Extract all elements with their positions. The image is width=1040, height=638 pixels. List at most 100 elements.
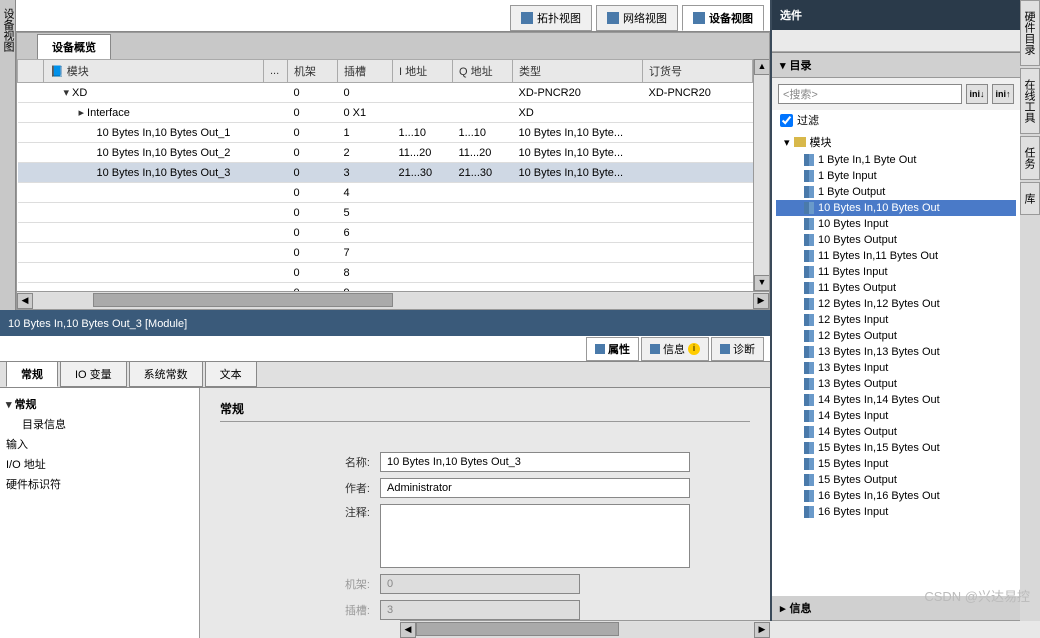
table-row[interactable]: 10 Bytes In,10 Bytes Out_20211...2011...…: [18, 143, 753, 163]
tab-network-view[interactable]: 网络视图: [596, 5, 678, 31]
col-rack[interactable]: 机架: [288, 60, 338, 83]
catalog-tree: ▾模块 1 Byte In,1 Byte Out1 Byte Input1 By…: [772, 130, 1020, 596]
col-module[interactable]: 📘 模块: [44, 60, 264, 83]
sidetab-hardware-catalog[interactable]: 硬件目录: [1020, 0, 1040, 66]
catalog-item[interactable]: 15 Bytes Output: [776, 472, 1016, 488]
table-row[interactable]: 10 Bytes In,10 Bytes Out_1011...101...10…: [18, 123, 753, 143]
col-qaddr[interactable]: Q 地址: [453, 60, 513, 83]
section-info[interactable]: ▸信息: [772, 596, 1020, 621]
tab-system-constants[interactable]: 系统常数: [129, 361, 203, 387]
filter-checkbox[interactable]: [780, 114, 793, 127]
col-type[interactable]: 类型: [513, 60, 643, 83]
catalog-item[interactable]: 11 Bytes Output: [776, 280, 1016, 296]
table-row[interactable]: ▾XD00XD-PNCR20XD-PNCR20: [18, 83, 753, 103]
search-input[interactable]: [778, 84, 962, 104]
tree-catalog-info[interactable]: 目录信息: [6, 414, 193, 434]
left-sidebar-label: 设备视图: [0, 0, 16, 60]
catalog-root[interactable]: ▾模块: [776, 132, 1016, 152]
tree-hardware-id[interactable]: 硬件标识符: [6, 474, 193, 494]
catalog-item[interactable]: 12 Bytes In,12 Bytes Out: [776, 296, 1016, 312]
table-row[interactable]: 08: [18, 263, 753, 283]
table-row[interactable]: 06: [18, 223, 753, 243]
search-down-button[interactable]: ini↓: [966, 84, 988, 104]
col-iaddr[interactable]: I 地址: [393, 60, 453, 83]
catalog-item[interactable]: 10 Bytes In,10 Bytes Out: [776, 200, 1016, 216]
catalog-item[interactable]: 12 Bytes Output: [776, 328, 1016, 344]
col-order[interactable]: 订货号: [643, 60, 753, 83]
catalog-item[interactable]: 13 Bytes Output: [776, 376, 1016, 392]
catalog-item[interactable]: 14 Bytes Input: [776, 408, 1016, 424]
catalog-item[interactable]: 14 Bytes Output: [776, 424, 1016, 440]
table-row[interactable]: 10 Bytes In,10 Bytes Out_30321...3021...…: [18, 163, 753, 183]
module-icon: [804, 378, 814, 390]
input-name[interactable]: [380, 452, 690, 472]
catalog-item[interactable]: 15 Bytes Input: [776, 456, 1016, 472]
input-rack: [380, 574, 580, 594]
scroll-left-icon[interactable]: ◀: [17, 293, 33, 309]
table-row[interactable]: ▸Interface00 X1XD: [18, 103, 753, 123]
tree-io-address[interactable]: I/O 地址: [6, 454, 193, 474]
info-icon: [650, 344, 660, 354]
catalog-item[interactable]: 15 Bytes In,15 Bytes Out: [776, 440, 1016, 456]
catalog-item[interactable]: 10 Bytes Input: [776, 216, 1016, 232]
tab-text[interactable]: 文本: [205, 361, 257, 387]
sidetab-library[interactable]: 库: [1020, 182, 1040, 215]
catalog-item[interactable]: 13 Bytes Input: [776, 360, 1016, 376]
module-icon: [804, 442, 814, 454]
table-row[interactable]: 04: [18, 183, 753, 203]
catalog-item[interactable]: 16 Bytes In,16 Bytes Out: [776, 488, 1016, 504]
catalog-item[interactable]: 13 Bytes In,13 Bytes Out: [776, 344, 1016, 360]
label-slot: 插槽:: [220, 602, 380, 618]
diagnostics-icon: [720, 344, 730, 354]
catalog-item[interactable]: 10 Bytes Output: [776, 232, 1016, 248]
tab-device-overview[interactable]: 设备概览: [37, 34, 111, 59]
col-dots[interactable]: ...: [264, 60, 288, 83]
tab-topology-view[interactable]: 拓扑视图: [510, 5, 592, 31]
input-author[interactable]: [380, 478, 690, 498]
tab-device-view[interactable]: 设备视图: [682, 5, 764, 31]
search-up-button[interactable]: ini↑: [992, 84, 1014, 104]
section-catalog[interactable]: ▾目录: [772, 53, 1020, 78]
module-icon: [804, 490, 814, 502]
scroll-right-icon[interactable]: ▶: [753, 293, 769, 309]
tool-info[interactable]: 信息 i: [641, 337, 709, 361]
tree-input[interactable]: 输入: [6, 434, 193, 454]
input-comment[interactable]: [380, 504, 690, 568]
tree-general[interactable]: ▾常规: [6, 394, 193, 414]
table-row[interactable]: 05: [18, 203, 753, 223]
catalog-item[interactable]: 14 Bytes In,14 Bytes Out: [776, 392, 1016, 408]
catalog-item[interactable]: 11 Bytes Input: [776, 264, 1016, 280]
module-icon: [804, 282, 814, 294]
module-icon: [804, 266, 814, 278]
catalog-item[interactable]: 12 Bytes Input: [776, 312, 1016, 328]
horizontal-scrollbar[interactable]: ◀ ▶: [17, 291, 769, 309]
sidetab-online-tools[interactable]: 在线工具: [1020, 68, 1040, 134]
scroll-thumb[interactable]: [416, 622, 619, 636]
catalog-item[interactable]: 11 Bytes In,11 Bytes Out: [776, 248, 1016, 264]
scroll-right-icon[interactable]: ▶: [754, 622, 770, 638]
tab-io-variables[interactable]: IO 变量: [60, 361, 127, 387]
module-icon: [804, 330, 814, 342]
table-row[interactable]: 09: [18, 283, 753, 292]
col-slot[interactable]: 插槽: [338, 60, 393, 83]
network-icon: [607, 12, 619, 24]
vertical-scrollbar[interactable]: ▲ ▼: [753, 59, 769, 291]
chevron-down-icon: ▾: [784, 136, 790, 149]
table-row[interactable]: 07: [18, 243, 753, 263]
topology-icon: [521, 12, 533, 24]
catalog-item[interactable]: 16 Bytes Input: [776, 504, 1016, 520]
catalog-item[interactable]: 1 Byte In,1 Byte Out: [776, 152, 1016, 168]
module-icon: [804, 154, 814, 166]
tool-diagnostics[interactable]: 诊断: [711, 337, 764, 361]
tab-general[interactable]: 常规: [6, 361, 58, 387]
sidetab-tasks[interactable]: 任务: [1020, 136, 1040, 180]
tool-properties[interactable]: 属性: [586, 337, 639, 361]
catalog-item[interactable]: 1 Byte Input: [776, 168, 1016, 184]
scroll-left-icon[interactable]: ◀: [400, 622, 416, 638]
props-heading: 常规: [220, 400, 750, 422]
scroll-down-icon[interactable]: ▼: [754, 275, 769, 291]
catalog-item[interactable]: 1 Byte Output: [776, 184, 1016, 200]
folder-icon: [794, 137, 806, 147]
scroll-thumb[interactable]: [93, 293, 393, 307]
scroll-up-icon[interactable]: ▲: [754, 59, 769, 75]
